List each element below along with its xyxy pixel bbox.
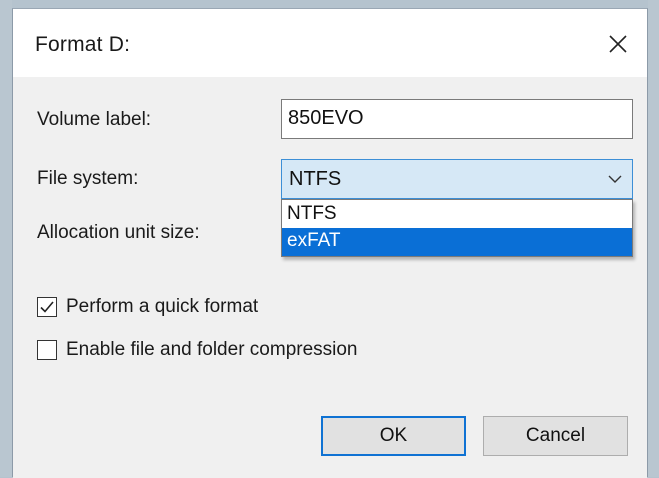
compression-option[interactable]: Enable file and folder compression bbox=[37, 338, 358, 362]
desktop-backdrop-right bbox=[648, 0, 659, 477]
file-system-dropdown-list: NTFS exFAT bbox=[281, 199, 633, 257]
compression-checkbox[interactable] bbox=[37, 340, 57, 360]
dialog-titlebar: Format D: bbox=[13, 9, 647, 77]
compression-label: Enable file and folder compression bbox=[66, 339, 358, 360]
quick-format-checkbox[interactable] bbox=[37, 297, 57, 317]
dropdown-option-exfat[interactable]: exFAT bbox=[282, 228, 632, 256]
desktop-backdrop-left bbox=[0, 0, 12, 477]
dialog-body: Volume label: 850EVO File system: NTFS A… bbox=[13, 77, 647, 478]
quick-format-option[interactable]: Perform a quick format bbox=[37, 295, 258, 319]
ok-button[interactable]: OK bbox=[321, 416, 466, 456]
allocation-unit-caption: Allocation unit size: bbox=[37, 222, 200, 243]
dropdown-option-ntfs[interactable]: NTFS bbox=[282, 201, 632, 228]
cancel-button[interactable]: Cancel bbox=[483, 416, 628, 456]
file-system-selected-value: NTFS bbox=[289, 168, 342, 190]
volume-label-caption: Volume label: bbox=[37, 109, 152, 130]
volume-label-input[interactable]: 850EVO bbox=[281, 99, 633, 139]
dialog-title: Format D: bbox=[35, 33, 131, 56]
close-icon bbox=[609, 35, 627, 53]
format-dialog: Format D: Volume label: 850EVO File syst… bbox=[12, 8, 648, 478]
close-button[interactable] bbox=[595, 25, 641, 63]
chevron-down-icon bbox=[608, 175, 622, 183]
file-system-caption: File system: bbox=[37, 168, 139, 189]
file-system-select[interactable]: NTFS bbox=[281, 159, 633, 199]
checkmark-icon bbox=[40, 301, 54, 313]
quick-format-label: Perform a quick format bbox=[66, 296, 259, 317]
